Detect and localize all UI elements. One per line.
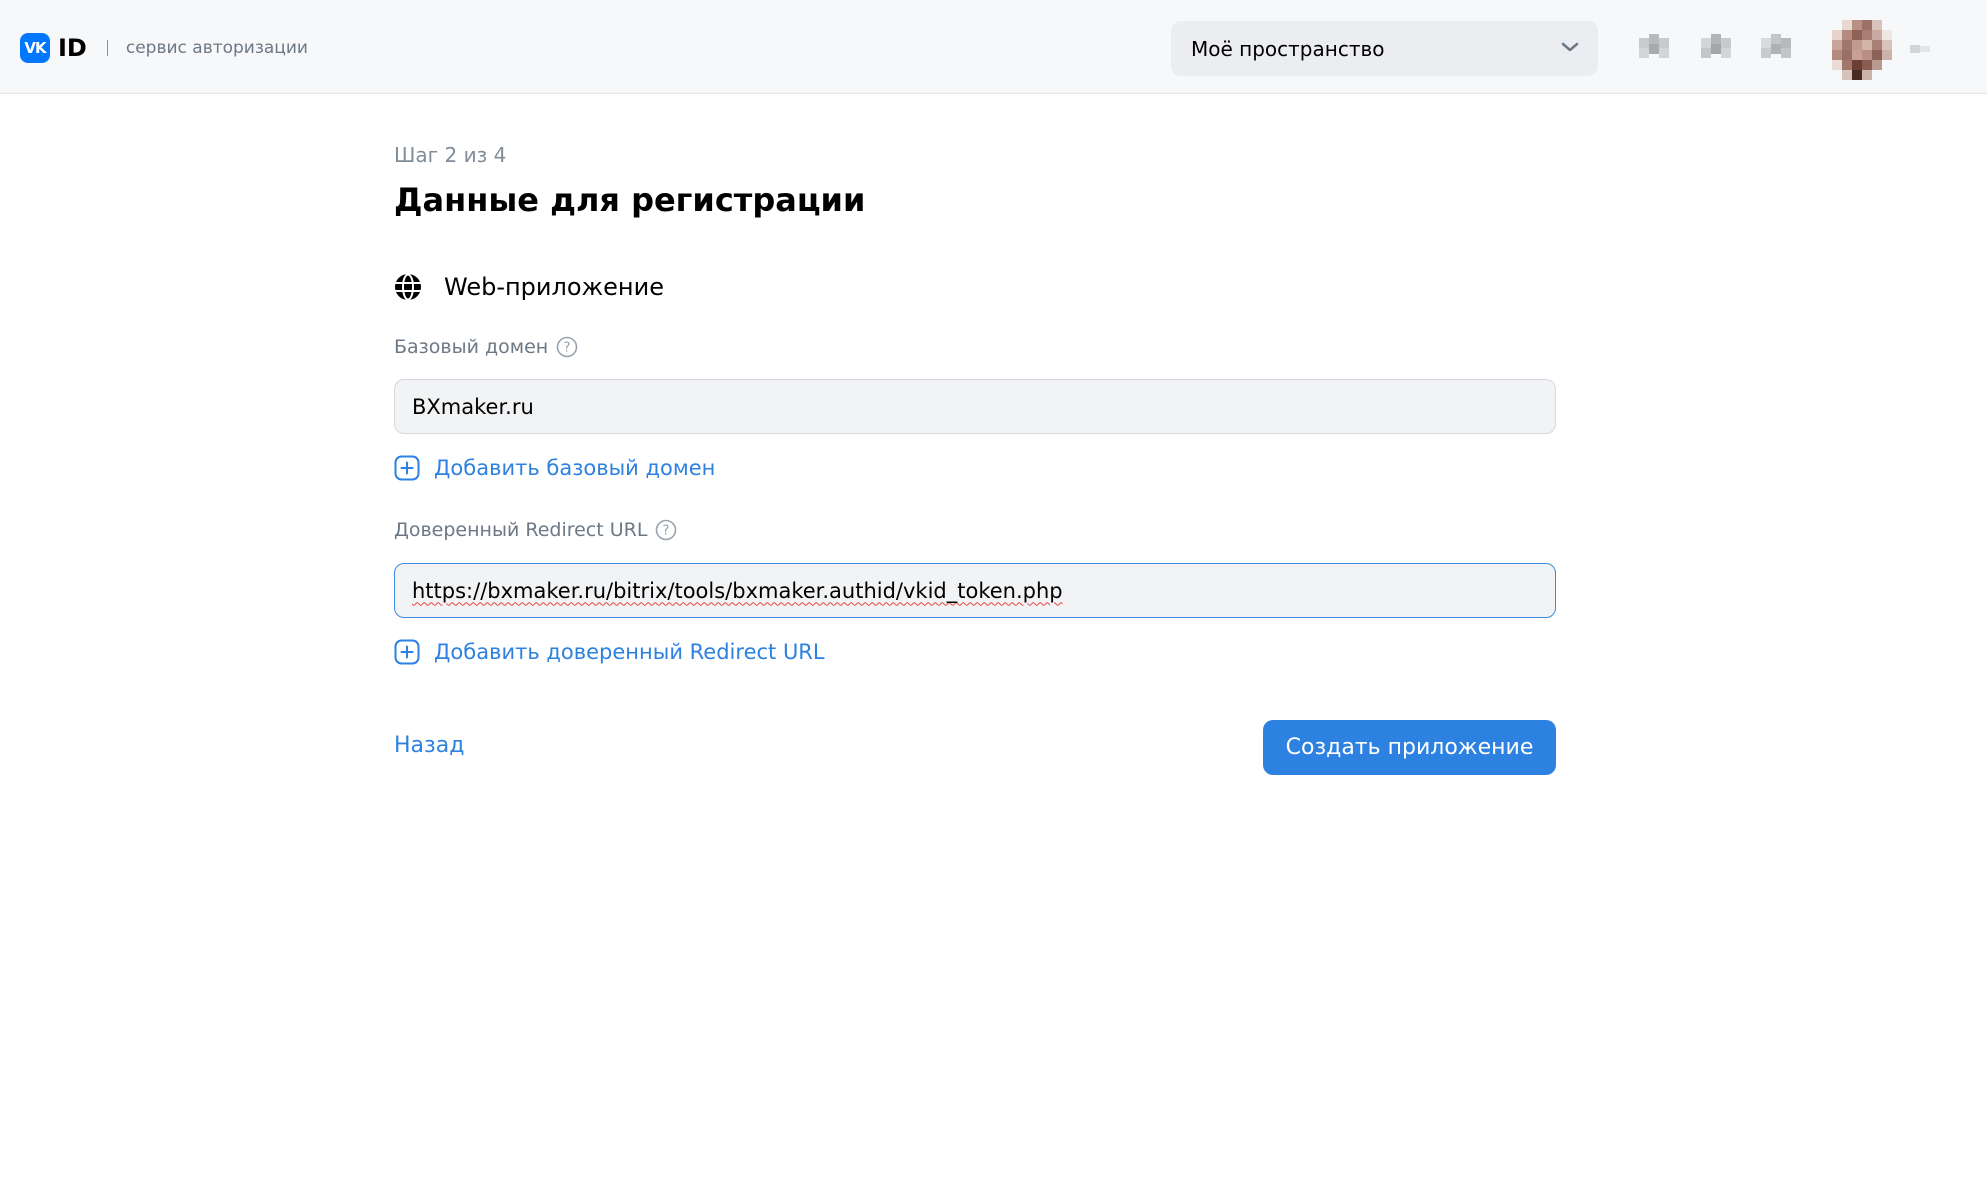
create-app-button[interactable]: Создать приложение (1263, 720, 1556, 775)
workspace-select[interactable]: Моё пространство (1171, 21, 1598, 76)
help-icon[interactable]: ? (556, 336, 578, 358)
globe-icon (395, 273, 421, 301)
avatar-menu-icon[interactable] (1910, 42, 1932, 56)
redirect-url-value: https://bxmaker.ru/bitrix/tools/bxmaker.… (412, 578, 1063, 603)
redirect-url-input[interactable]: https://bxmaker.ru/bitrix/tools/bxmaker.… (394, 563, 1556, 618)
workspace-select-value: Моё пространство (1191, 36, 1385, 61)
svg-text:?: ? (564, 341, 571, 356)
blurred-icon-3[interactable] (1761, 34, 1791, 62)
vk-id-logo[interactable]: VK ID сервис авторизации (20, 33, 308, 63)
logo-id-text: ID (58, 34, 87, 62)
help-icon[interactable]: ? (655, 519, 677, 541)
chevron-down-icon (1561, 42, 1579, 52)
blurred-icon-1[interactable] (1639, 34, 1669, 62)
app-type-label: Web-приложение (444, 273, 664, 301)
plus-square-icon (394, 639, 420, 665)
back-link[interactable]: Назад (394, 733, 464, 758)
redirect-url-label: Доверенный Redirect URL ? (394, 519, 677, 541)
base-domain-value: BXmaker.ru (412, 394, 534, 419)
step-indicator: Шаг 2 из 4 (394, 143, 507, 167)
vk-logo-icon: VK (20, 33, 50, 63)
add-base-domain-label: Добавить базовый домен (434, 456, 716, 480)
page-title: Данные для регистрации (394, 181, 866, 219)
avatar[interactable] (1832, 20, 1892, 80)
add-base-domain-link[interactable]: Добавить базовый домен (394, 455, 715, 481)
redirect-url-label-text: Доверенный Redirect URL (394, 519, 648, 541)
base-domain-input[interactable]: BXmaker.ru (394, 379, 1556, 434)
top-header: VK ID сервис авторизации Моё пространств… (0, 0, 1987, 94)
svg-text:?: ? (663, 524, 670, 539)
app-type: Web-приложение (394, 273, 664, 301)
add-redirect-url-link[interactable]: Добавить доверенный Redirect URL (394, 639, 825, 665)
blurred-icon-2[interactable] (1701, 34, 1731, 62)
base-domain-label: Базовый домен ? (394, 336, 578, 358)
plus-square-icon (394, 455, 420, 481)
base-domain-label-text: Базовый домен (394, 336, 549, 358)
service-label: сервис авторизации (125, 38, 308, 58)
add-redirect-url-label: Добавить доверенный Redirect URL (434, 640, 825, 664)
logo-divider (106, 40, 108, 56)
